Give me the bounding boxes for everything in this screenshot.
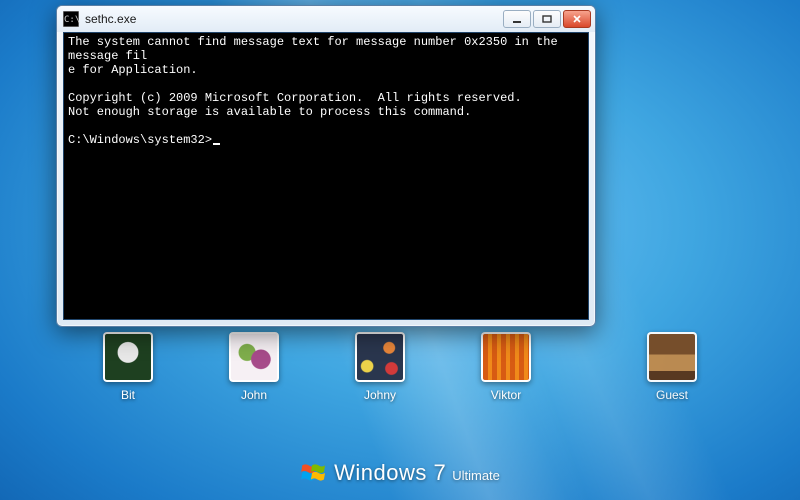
title-bar[interactable]: C:\ sethc.exe (57, 6, 595, 32)
user-tile-johny[interactable]: Johny (350, 332, 410, 402)
os-branding: Windows 7 Ultimate (300, 460, 500, 486)
windows-logo-icon (300, 460, 326, 486)
user-name-label: Guest (656, 388, 688, 402)
user-tile-john[interactable]: John (224, 332, 284, 402)
avatar (103, 332, 153, 382)
avatar (647, 332, 697, 382)
user-name-label: Johny (364, 388, 396, 402)
login-user-list: Bit John Johny Viktor Guest (0, 332, 800, 402)
maximize-button[interactable] (533, 10, 561, 28)
avatar (229, 332, 279, 382)
avatar (355, 332, 405, 382)
close-icon (572, 15, 582, 23)
user-tile-bit[interactable]: Bit (98, 332, 158, 402)
maximize-icon (542, 15, 552, 23)
window-caption-buttons (503, 10, 591, 28)
brand-name: Windows 7 (334, 460, 446, 486)
console-window: C:\ sethc.exe The system cannot find mes… (56, 5, 596, 327)
user-tile-guest[interactable]: Guest (642, 332, 702, 402)
app-icon: C:\ (63, 11, 79, 27)
window-title: sethc.exe (85, 12, 503, 26)
avatar (481, 332, 531, 382)
console-output[interactable]: The system cannot find message text for … (63, 32, 589, 320)
user-name-label: Viktor (491, 388, 521, 402)
user-name-label: John (241, 388, 267, 402)
minimize-button[interactable] (503, 10, 531, 28)
user-tile-viktor[interactable]: Viktor (476, 332, 536, 402)
text-cursor (213, 143, 220, 145)
brand-edition: Ultimate (452, 468, 500, 483)
user-name-label: Bit (121, 388, 135, 402)
close-button[interactable] (563, 10, 591, 28)
minimize-icon (512, 15, 522, 23)
